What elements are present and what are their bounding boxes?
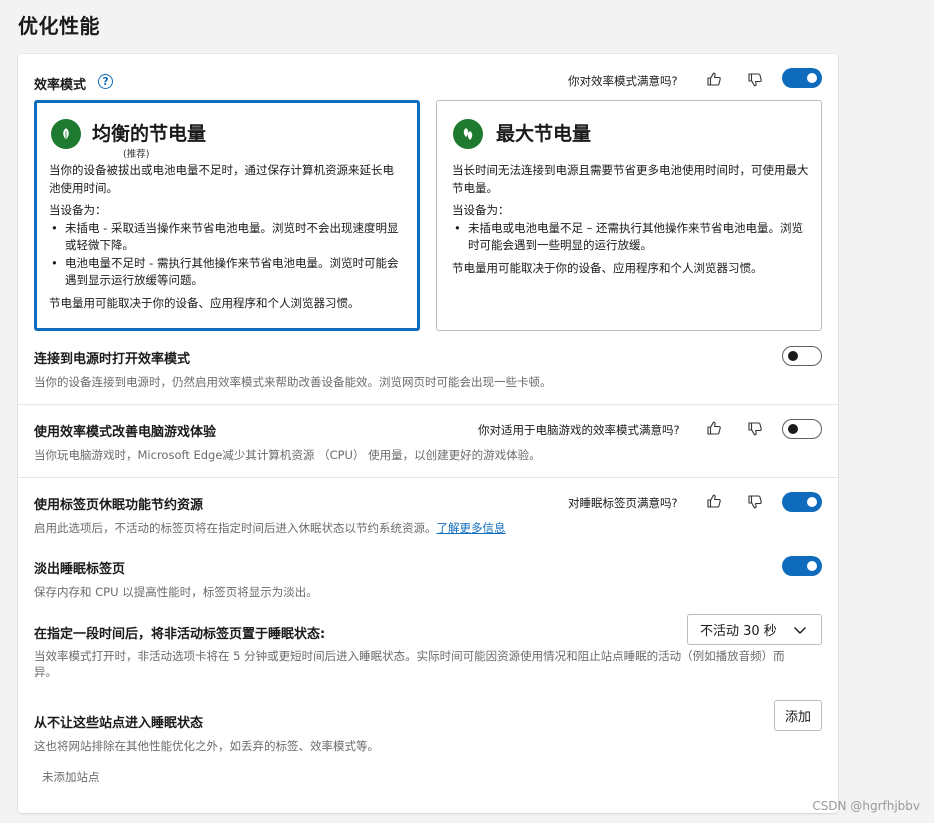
balanced-savings-description: 当你的设备被拔出或电池电量不足时，通过保存计算机资源来延长电池使用时间。 当设备… [49,162,405,312]
thumbs-up-icon[interactable] [706,493,722,509]
maximum-savings-title: 最大节电量 [496,123,592,145]
maximum-savings-description: 当长时间无法连接到电源且需要节省更多电池使用时间时，可使用最大节电量。 当设备为… [452,162,810,277]
performance-card: 效率模式 ? 你对效率模式满意吗? 均衡的节电量 (推荐) 当你的设备被拔出或电… [18,54,838,813]
balanced-savings-title: 均衡的节电量 [92,123,207,145]
power-connected-description: 当你的设备连接到电源时，仍然启用效率模式来帮助改善设备能效。浏览网页时可能会出现… [34,375,552,389]
add-site-button[interactable]: 添加 [774,700,822,731]
maximum-when-label: 当设备为： [452,203,510,217]
thumbs-down-icon[interactable] [747,494,763,510]
thumbs-up-icon[interactable] [706,420,722,436]
never-sleep-description: 这也将网站排除在其他性能优化之外，如丢弃的标签、效率模式等。 [34,739,379,753]
recommended-label: (推荐) [123,149,150,160]
balanced-note: 节电量用可能取决于你的设备、应用程序和个人浏览器习惯。 [49,295,360,310]
balanced-bullet-low-battery: 电池电量不足时 - 需执行其他操作来节省电池电量。浏览时可能会遇到显示运行放缓等… [49,255,405,290]
page-title: 优化性能 [18,14,100,38]
power-connected-label: 连接到电源时打开效率模式 [34,352,191,367]
sleeping-tabs-toggle[interactable] [782,492,822,512]
maximum-note: 节电量用可能取决于你的设备、应用程序和个人浏览器习惯。 [452,260,763,275]
help-icon[interactable]: ? [98,74,113,89]
sleep-after-select[interactable]: 不活动 30 秒 [687,614,822,645]
leaf-icon [51,119,81,149]
never-sleep-label: 从不让这些站点进入睡眠状态 [34,716,204,731]
gaming-label: 使用效率模式改善电脑游戏体验 [34,425,217,440]
efficiency-feedback-question: 你对效率模式满意吗? [568,74,678,88]
divider [18,477,838,478]
balanced-intro: 当你的设备被拔出或电池电量不足时，通过保存计算机资源来延长电池使用时间。 [49,163,394,195]
learn-more-link[interactable]: 了解更多信息 [437,521,506,535]
divider [18,404,838,405]
sleep-after-description-line1: 当效率模式打开时，非活动选项卡将在 5 分钟或更短时间后进入睡眠状态。实际时间可… [34,649,785,663]
balanced-when-label: 当设备为： [49,203,107,217]
gaming-toggle[interactable] [782,419,822,439]
sleep-after-label: 在指定一段时间后，将非活动标签页置于睡眠状态: [34,627,326,642]
power-connected-toggle[interactable] [782,346,822,366]
sleep-after-description-line2: 异。 [34,665,57,679]
thumbs-down-icon[interactable] [747,421,763,437]
sleeping-tabs-feedback-question: 对睡眠标签页满意吗? [568,496,678,510]
fade-tabs-toggle[interactable] [782,556,822,576]
balanced-bullet-unplugged: 未插电 - 采取适当操作来节省电池电量。浏览时不会出现速度明显或轻微下降。 [49,220,405,255]
sleeping-tabs-label: 使用标签页休眠功能节约资源 [34,498,204,513]
double-leaf-icon [453,119,483,149]
maximum-intro: 当长时间无法连接到电源且需要节省更多电池使用时间时，可使用最大节电量。 [452,163,809,195]
no-sites-added-text: 未添加站点 [42,770,100,784]
fade-tabs-label: 淡出睡眠标签页 [34,562,126,577]
thumbs-up-icon[interactable] [706,71,722,87]
balanced-savings-card[interactable]: 均衡的节电量 (推荐) 当你的设备被拔出或电池电量不足时，通过保存计算机资源来延… [34,100,420,331]
gaming-description: 当你玩电脑游戏时，Microsoft Edge减少其计算机资源 （CPU） 使用… [34,448,541,462]
maximum-bullet-unplugged: 未插电或电池电量不足 – 还需执行其他操作来节省电池电量。浏览时可能会遇到一些明… [452,220,810,255]
maximum-savings-card[interactable]: 最大节电量 当长时间无法连接到电源且需要节省更多电池使用时间时，可使用最大节电量… [436,100,822,331]
watermark: CSDN @hgrfhjbbv [812,799,920,813]
thumbs-down-icon[interactable] [747,72,763,88]
sleeping-tabs-description: 启用此选项后，不活动的标签页将在指定时间后进入休眠状态以节约系统资源。了解更多信… [34,520,506,536]
sleep-after-selected-value: 不活动 30 秒 [700,624,777,639]
fade-tabs-description: 保存内存和 CPU 以提高性能时，标签页将显示为淡出。 [34,585,318,599]
chevron-down-icon [794,627,806,634]
efficiency-mode-label: 效率模式 [34,78,87,93]
sleeping-tabs-description-text: 启用此选项后，不活动的标签页将在指定时间后进入休眠状态以节约系统资源。 [34,521,437,535]
gaming-feedback-question: 你对适用于电脑游戏的效率模式满意吗? [478,423,680,437]
efficiency-mode-toggle[interactable] [782,68,822,88]
